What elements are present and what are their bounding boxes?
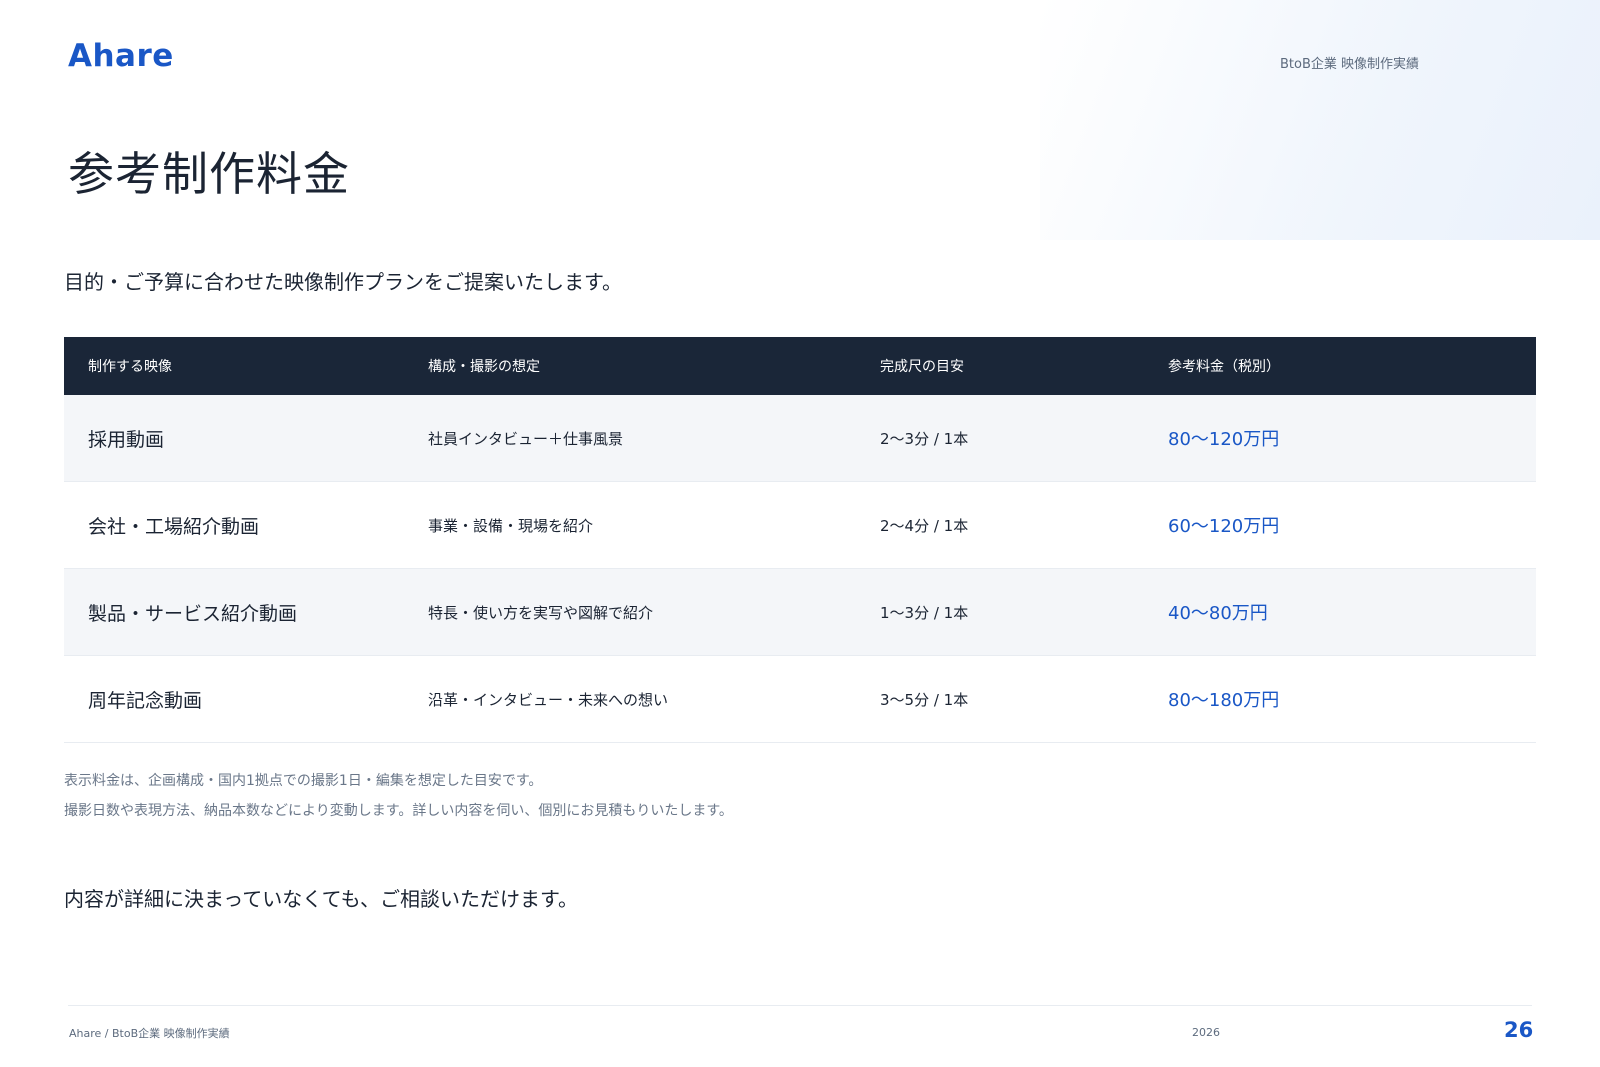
table-row: 採用動画 社員インタビュー＋仕事風景 2〜3分 / 1本 80〜120万円: [64, 395, 1536, 482]
table-row: 会社・工場紹介動画 事業・設備・現場を紹介 2〜4分 / 1本 60〜120万円: [64, 481, 1536, 569]
column-header-price: 参考料金（税別）: [1144, 337, 1536, 395]
price-cell: 60〜120万円: [1144, 481, 1536, 569]
brand-logo: Ahare: [68, 38, 174, 74]
page-number: 26: [1504, 1018, 1534, 1042]
price-cell: 40〜80万円: [1144, 568, 1536, 656]
video-type-cell: 会社・工場紹介動画: [64, 481, 404, 569]
length-cell: 1〜3分 / 1本: [856, 568, 1144, 656]
video-type-cell: 採用動画: [64, 395, 404, 482]
column-header-plan: 構成・撮影の想定: [404, 337, 856, 395]
video-type-cell: 周年記念動画: [64, 655, 404, 743]
plan-cell: 特長・使い方を実写や図解で紹介: [404, 568, 856, 656]
column-header-length: 完成尺の目安: [856, 337, 1144, 395]
table-row: 製品・サービス紹介動画 特長・使い方を実写や図解で紹介 1〜3分 / 1本 40…: [64, 568, 1536, 656]
page-title: 参考制作料金: [68, 147, 350, 201]
plan-cell: 社員インタビュー＋仕事風景: [404, 395, 856, 482]
note-line: 撮影日数や表現方法、納品本数などにより変動します。詳しい内容を伺い、個別にお見積…: [64, 803, 733, 819]
price-cell: 80〜180万円: [1144, 655, 1536, 743]
table-header-row: 制作する映像 構成・撮影の想定 完成尺の目安 参考料金（税別）: [64, 337, 1536, 395]
pricing-notes: 表示料金は、企画構成・国内1拠点での撮影1日・編集を想定した目安です。 撮影日数…: [64, 766, 733, 826]
closing-message: 内容が詳細に決まっていなくても、ご相談いただけます。: [64, 887, 578, 911]
length-cell: 3〜5分 / 1本: [856, 655, 1144, 743]
footer-divider: [68, 1005, 1532, 1006]
column-header-video: 制作する映像: [64, 337, 404, 395]
lead-text: 目的・ご予算に合わせた映像制作プランをご提案いたします。: [64, 270, 622, 294]
length-cell: 2〜3分 / 1本: [856, 395, 1144, 482]
header-tag: BtoB企業 映像制作実績: [1280, 57, 1420, 72]
plan-cell: 事業・設備・現場を紹介: [404, 481, 856, 569]
footer-year: 2026: [1192, 1026, 1220, 1039]
plan-cell: 沿革・インタビュー・未来への想い: [404, 655, 856, 743]
table-row: 周年記念動画 沿革・インタビュー・未来への想い 3〜5分 / 1本 80〜180…: [64, 655, 1536, 743]
slide-page: Ahare BtoB企業 映像制作実績 参考制作料金 目的・ご予算に合わせた映像…: [0, 0, 1600, 1067]
corner-gradient-decoration: [1040, 0, 1600, 240]
footer-breadcrumb: Ahare / BtoB企業 映像制作実績: [69, 1027, 230, 1040]
video-type-cell: 製品・サービス紹介動画: [64, 568, 404, 656]
price-table: 制作する映像 構成・撮影の想定 完成尺の目安 参考料金（税別） 採用動画 社員イ…: [64, 337, 1536, 743]
price-cell: 80〜120万円: [1144, 395, 1536, 482]
length-cell: 2〜4分 / 1本: [856, 481, 1144, 569]
note-line: 表示料金は、企画構成・国内1拠点での撮影1日・編集を想定した目安です。: [64, 773, 543, 789]
